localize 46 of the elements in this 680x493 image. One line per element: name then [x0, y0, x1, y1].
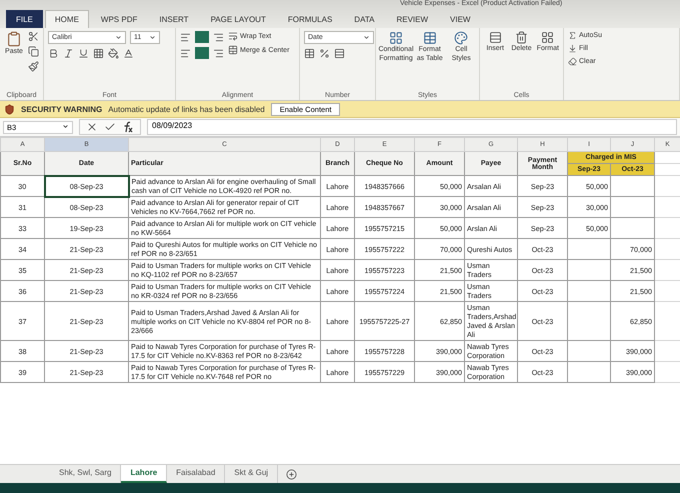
borders-icon[interactable]	[93, 48, 104, 59]
eraser-icon[interactable]	[568, 57, 577, 66]
palette-icon[interactable]	[454, 31, 468, 45]
ribbon-tab[interactable]: FORMULAS	[278, 10, 342, 28]
alignment-swatch[interactable]	[195, 31, 209, 43]
warning-title: SECURITY WARNING	[21, 104, 102, 114]
percent-icon[interactable]	[319, 48, 330, 59]
sigma-icon[interactable]	[568, 31, 577, 40]
align-icon[interactable]	[213, 48, 224, 58]
format-painter-icon[interactable]	[28, 61, 39, 72]
ribbon-tab[interactable]: PAGE LAYOUT	[200, 10, 276, 28]
ribbon-tab[interactable]: DATA	[344, 10, 384, 28]
grid-icon[interactable]	[541, 31, 554, 44]
function-icon[interactable]	[122, 121, 134, 133]
add-sheet-icon[interactable]	[286, 468, 298, 480]
cut-icon[interactable]	[28, 31, 39, 42]
warning-message: Automatic update of links has been disabled	[108, 104, 265, 114]
trash-icon[interactable]	[514, 31, 528, 44]
ribbon-tab[interactable]: FILE	[6, 10, 43, 28]
copy-icon[interactable]	[28, 46, 39, 57]
cancel-icon[interactable]	[86, 121, 98, 133]
wrap-text-icon[interactable]	[228, 31, 238, 41]
merge-cells-icon[interactable]	[228, 45, 238, 55]
bold-icon[interactable]	[48, 48, 59, 59]
clipboard-icon[interactable]	[6, 31, 22, 47]
ribbon-tab[interactable]: HOME	[44, 10, 89, 28]
sheet-tab[interactable]: Lahore	[121, 465, 168, 483]
ribbon-tab[interactable]: INSERT	[149, 10, 199, 28]
enter-icon[interactable]	[104, 121, 116, 133]
ribbon-tab[interactable]: VIEW	[440, 10, 480, 28]
align-icon[interactable]	[213, 32, 224, 42]
table-icon[interactable]	[422, 31, 437, 45]
align-icon[interactable]	[180, 32, 191, 42]
ribbon-tab[interactable]: WPS PDF	[90, 10, 148, 28]
font-color-icon[interactable]	[123, 48, 134, 59]
alignment-swatch[interactable]	[195, 47, 209, 59]
align-icon[interactable]	[180, 48, 191, 58]
ribbon-tab[interactable]: REVIEW	[386, 10, 438, 28]
shield-icon	[4, 104, 15, 114]
grid-icon[interactable]	[389, 31, 403, 45]
underline-icon[interactable]	[78, 48, 89, 59]
fill-down-icon[interactable]	[568, 44, 577, 53]
formula-field[interactable]: 08/09/2023	[147, 119, 677, 135]
fill-color-icon[interactable]	[108, 48, 119, 59]
italic-icon[interactable]	[63, 48, 74, 59]
insert-rows-icon[interactable]	[488, 31, 502, 44]
